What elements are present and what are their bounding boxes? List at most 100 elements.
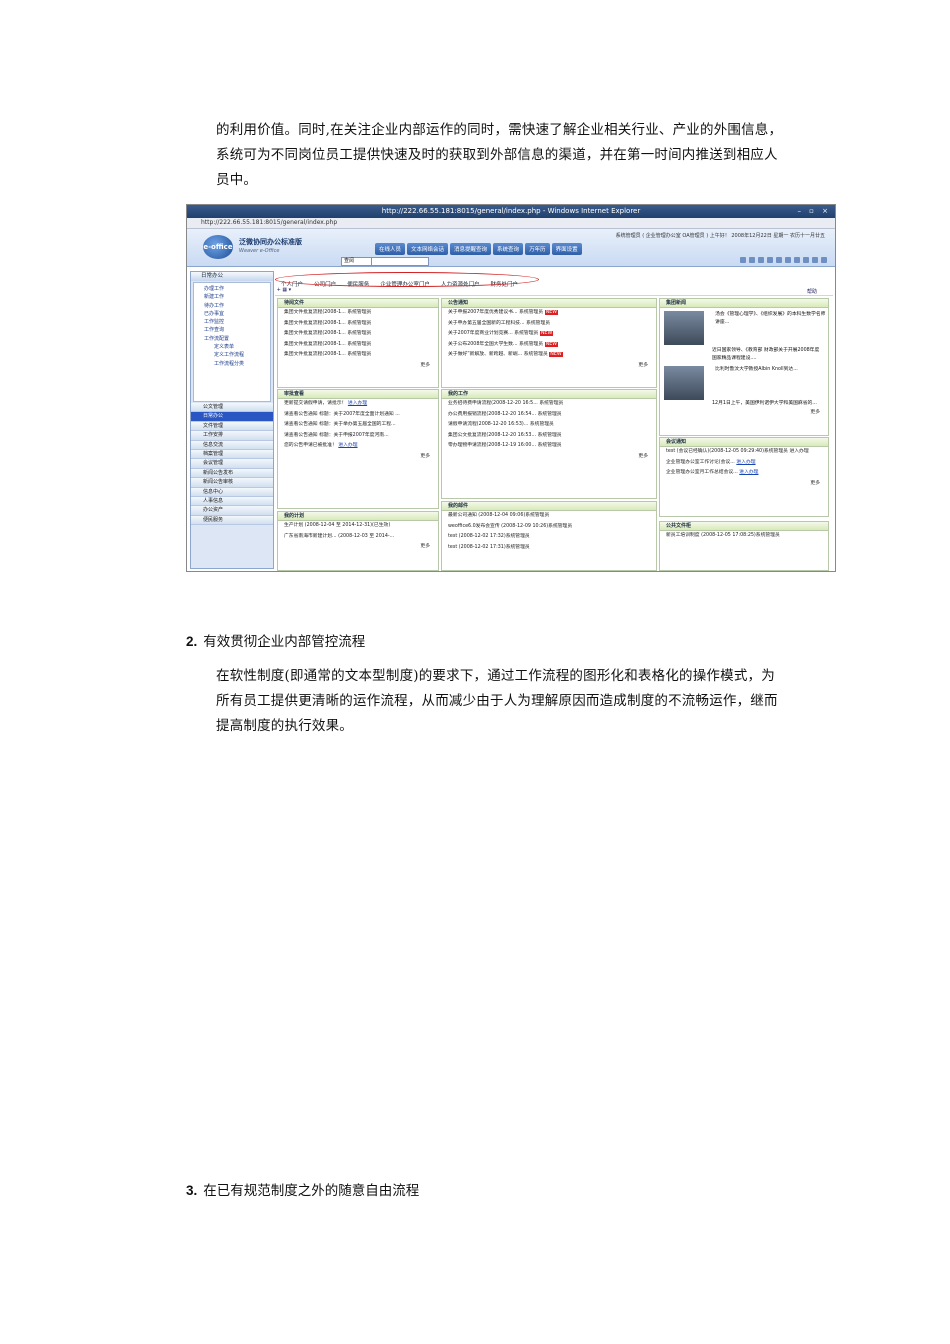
menu-item[interactable]: 新闻公告审核: [191, 478, 273, 488]
address-bar[interactable]: http://222.66.55.181:8015/general/index.…: [187, 218, 835, 229]
panel-title[interactable]: 待阅文件: [278, 299, 438, 308]
list-item[interactable]: 请查看公告通知 标题：关于举办第五届全国的工程...: [278, 420, 438, 431]
news-photo[interactable]: [664, 366, 704, 400]
list-item[interactable]: 企业管理办公室工作讨论(会议... 进入办理: [660, 458, 828, 469]
panel-title[interactable]: 我的邮件: [442, 502, 656, 511]
search-input[interactable]: [371, 257, 429, 266]
list-item[interactable]: 生产计划 (2008-12-04 至 2014-12-31)(已生效): [278, 521, 438, 532]
tree-item[interactable]: 待办工作: [204, 302, 270, 310]
list-item[interactable]: 关于申报2007年度优秀建议书... 系统管理员 NEW: [442, 308, 656, 319]
list-item[interactable]: 关于公布2008年全国大学生数... 系统管理员 NEW: [442, 340, 656, 351]
menu-item[interactable]: 新闻公告发布: [191, 468, 273, 479]
eoffice-screenshot: http://222.66.55.181:8015/general/index.…: [186, 204, 836, 572]
menu-item[interactable]: 会议管理: [191, 459, 273, 469]
tree-item[interactable]: 定义工作流程: [204, 351, 270, 359]
top-nav-item[interactable]: 消息提醒查询: [450, 243, 492, 255]
list-item[interactable]: 关于做好“新解放、新跨越、新崛... 系统管理员 NEW: [442, 350, 656, 361]
list-item[interactable]: 办公费用报销流程(2008-12-20 16:54... 系统管理员: [442, 410, 656, 421]
more-link[interactable]: 更多: [278, 452, 438, 459]
list-item[interactable]: 广东省南海市新建计划... (2008-12-03 至 2014-...: [278, 532, 438, 543]
tree-item[interactable]: 办理工作: [204, 285, 270, 293]
tree-item[interactable]: 工作查询: [204, 326, 270, 334]
list-item[interactable]: weoffice6.0发布会宣传 (2008-12-09 10:26)系统管理员: [442, 522, 656, 533]
list-item[interactable]: 业务招待费申请流程(2008-12-20 16:5... 系统管理员: [442, 399, 656, 410]
list-item[interactable]: 集团公文批复流程(2008-12-20 16:53... 系统管理员: [442, 431, 656, 442]
help-link[interactable]: 帮助: [807, 287, 817, 297]
tool-icon[interactable]: [812, 257, 818, 263]
menu-item[interactable]: 便民服务: [191, 515, 273, 526]
tool-icon[interactable]: [821, 257, 827, 263]
more-link[interactable]: 更多: [660, 479, 828, 486]
news-photo[interactable]: [664, 311, 704, 345]
menu-item-selected[interactable]: 日常办公: [191, 412, 273, 422]
tree-item[interactable]: 定义表单: [204, 343, 270, 351]
more-link[interactable]: 更多: [278, 542, 438, 549]
tool-icon[interactable]: [803, 257, 809, 263]
list-item[interactable]: 企业管理办公室月工作总结会议... 进入办理: [660, 468, 828, 479]
panel-news: 集团新闻 汤会《管理心理学》、《组织发展》的本科生数学名师讲座... 近日国家领…: [659, 298, 829, 436]
menu-item[interactable]: 信息交流: [191, 440, 273, 450]
menu-item[interactable]: 工作安排: [191, 431, 273, 441]
menu-item[interactable]: 信息中心: [191, 487, 273, 497]
list-item[interactable]: 您的公告申请已被批准！ 进入办理: [278, 441, 438, 452]
tool-icon[interactable]: [776, 257, 782, 263]
tree-item[interactable]: 工作监控: [204, 318, 270, 326]
list-item[interactable]: 集团文件批复流程(2008-1... 系统管理员: [278, 319, 438, 330]
tree-item[interactable]: 工作流配置: [204, 335, 270, 343]
news-item[interactable]: 近日国家领导、《教育部 财政部关于开展2008年度国家精品课程建设....: [660, 345, 828, 363]
panel-title[interactable]: 我的计划: [278, 512, 438, 521]
tool-icon[interactable]: [740, 257, 746, 263]
tree-item[interactable]: 新建工作: [204, 293, 270, 301]
news-item[interactable]: 12月1日上午，美国伊利诺伊大学和美国麻省的...: [660, 400, 828, 408]
panel-title[interactable]: 会议通知: [660, 438, 828, 447]
top-nav-item[interactable]: 系统查询: [493, 243, 524, 255]
list-item[interactable]: 集团文件批复流程(2008-1... 系统管理员: [278, 308, 438, 319]
more-link[interactable]: 更多: [442, 452, 656, 459]
panel-title[interactable]: 我的工作: [442, 390, 656, 399]
list-item[interactable]: 请假申请流程(2008-12-20 16:53)... 系统管理员: [442, 420, 656, 431]
list-item[interactable]: 关于申办第五届全国新的工程科技... 系统管理员: [442, 319, 656, 330]
menu-item[interactable]: 公文管理: [191, 403, 273, 413]
list-item[interactable]: test (会议已经确认)(2008-12-05 09:29:40)系统管理员 …: [660, 447, 828, 458]
panel-title[interactable]: 集团新闻: [660, 299, 828, 308]
tool-icon[interactable]: [758, 257, 764, 263]
list-item[interactable]: 关于2007年度商业计划竞赛... 系统管理员 NEW: [442, 329, 656, 340]
list-item[interactable]: 集团文件批复流程(2008-1... 系统管理员: [278, 329, 438, 340]
tool-icon[interactable]: [767, 257, 773, 263]
list-item[interactable]: test (2008-12-02 17:31)系统管理员: [442, 543, 656, 554]
menu-item[interactable]: 办公资产: [191, 506, 273, 516]
list-item[interactable]: 集团文件批复流程(2008-1... 系统管理员: [278, 340, 438, 351]
portal-content: 个人门户 公司门户 便民服务 企业管理办公室门户 人力资源处门户 财务处门户 +…: [275, 271, 833, 571]
more-link[interactable]: 更多: [278, 361, 438, 368]
top-nav-item[interactable]: 文本网络会话: [407, 243, 449, 255]
list-item[interactable]: 请查看公告通知 标题：关于2007年度全面计划通知 ...: [278, 410, 438, 421]
top-nav-item[interactable]: 万年历: [525, 243, 550, 255]
tool-icon[interactable]: [794, 257, 800, 263]
tool-icon[interactable]: [749, 257, 755, 263]
list-item[interactable]: 最新公司通知 (2008-12-04 09:06)系统管理员: [442, 511, 656, 522]
menu-item[interactable]: 人事信息: [191, 496, 273, 507]
tree-item[interactable]: 工作流程分类: [204, 360, 270, 368]
menu-item[interactable]: 档案管理: [191, 449, 273, 460]
window-controls[interactable]: – ▫ ×: [797, 205, 831, 218]
tree-item[interactable]: 已办事宜: [204, 310, 270, 318]
list-item[interactable]: test (2008-12-02 17:32)系统管理员: [442, 532, 656, 543]
list-item[interactable]: 零办理物申请流程(2008-12-19 16:00... 系统管理员: [442, 441, 656, 452]
list-item[interactable]: 请查看公告通知 标题：关于申报2007年度河南...: [278, 431, 438, 442]
more-link[interactable]: 更多: [442, 361, 656, 368]
search-select[interactable]: 查阅: [341, 257, 373, 266]
top-nav-item[interactable]: 界面设置: [551, 243, 582, 255]
list-item[interactable]: 新员工培训制度 (2008-12-05 17:08:25)系统管理员: [660, 531, 828, 542]
sidebar-header[interactable]: 日常办公: [191, 272, 273, 281]
more-link[interactable]: 更多: [660, 408, 828, 415]
panel-title[interactable]: 审批查看: [278, 390, 438, 399]
news-item[interactable]: 汤会《管理心理学》、《组织发展》的本科生数学名师讲座...: [715, 311, 827, 327]
menu-item[interactable]: 文件管理: [191, 421, 273, 432]
list-item[interactable]: 更新提交请假申请，请批示！ 进入办理: [278, 399, 438, 410]
list-item[interactable]: 集团文件批复流程(2008-1... 系统管理员: [278, 350, 438, 361]
news-item[interactable]: 比利时鲁汶大学教授Albin Knoll到达...: [715, 366, 827, 374]
panel-title[interactable]: 公告通知: [442, 299, 656, 308]
panel-title[interactable]: 公共文件柜: [660, 522, 828, 531]
tool-icon[interactable]: [785, 257, 791, 263]
top-nav-item[interactable]: 在线人员: [375, 243, 406, 255]
